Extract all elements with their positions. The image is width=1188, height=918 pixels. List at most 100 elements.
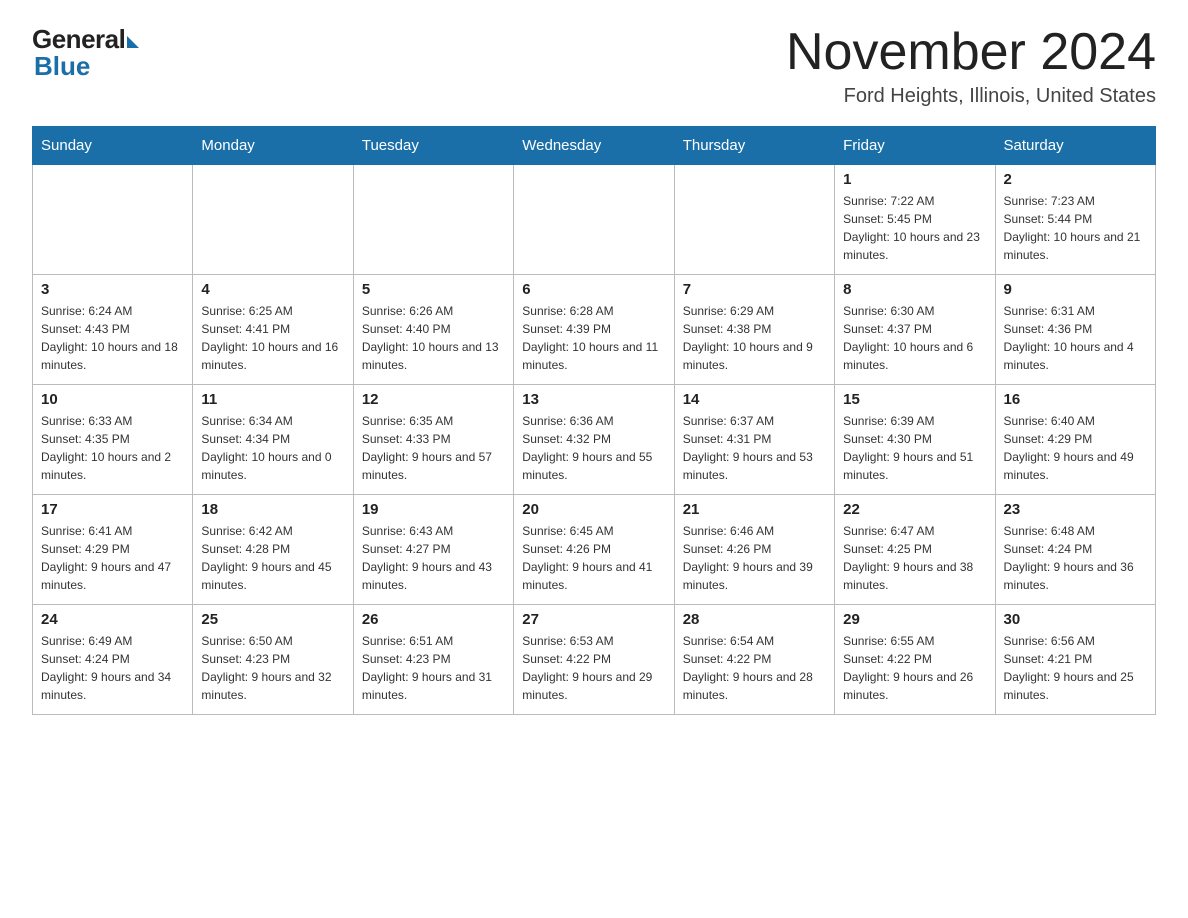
weekday-header-sunday: Sunday	[33, 127, 193, 165]
calendar-week-row: 10 Sunrise: 6:33 AMSunset: 4:35 PMDayligh…	[33, 385, 1156, 495]
calendar-cell: 30 Sunrise: 6:56 AMSunset: 4:21 PMDayligh…	[995, 605, 1155, 715]
calendar-cell: 21 Sunrise: 6:46 AMSunset: 4:26 PMDayligh…	[674, 495, 834, 605]
calendar-week-row: 3Sunrise: 6:24 AMSunset: 4:43 PMDaylight…	[33, 275, 1156, 385]
day-number: 5	[362, 281, 505, 298]
calendar-cell	[33, 165, 193, 275]
calendar-cell	[674, 165, 834, 275]
day-number: 23	[1004, 501, 1147, 518]
day-info: Sunrise: 6:49 AMSunset: 4:24 PMDaylight:…	[41, 632, 184, 704]
day-number: 12	[362, 391, 505, 408]
day-number: 16	[1004, 391, 1147, 408]
day-info: Sunrise: 6:46 AMSunset: 4:26 PMDaylight:…	[683, 522, 826, 594]
day-number: 30	[1004, 611, 1147, 628]
title-block: November 2024 Ford Heights, Illinois, Un…	[786, 24, 1156, 108]
day-number: 28	[683, 611, 826, 628]
day-info: Sunrise: 6:35 AMSunset: 4:33 PMDaylight:…	[362, 412, 505, 484]
day-info: Sunrise: 6:55 AMSunset: 4:22 PMDaylight:…	[843, 632, 986, 704]
day-info: Sunrise: 6:43 AMSunset: 4:27 PMDaylight:…	[362, 522, 505, 594]
calendar-cell: 2 Sunrise: 7:23 AMSunset: 5:44 PMDaylight…	[995, 165, 1155, 275]
calendar-cell: 5 Sunrise: 6:26 AMSunset: 4:40 PMDaylight…	[353, 275, 513, 385]
day-info: Sunrise: 7:23 AMSunset: 5:44 PMDaylight:…	[1004, 192, 1147, 264]
day-number: 8	[843, 281, 986, 298]
day-number: 14	[683, 391, 826, 408]
day-info: Sunrise: 6:56 AMSunset: 4:21 PMDaylight:…	[1004, 632, 1147, 704]
day-number: 15	[843, 391, 986, 408]
day-number: 4	[201, 281, 344, 298]
day-number: 19	[362, 501, 505, 518]
day-number: 13	[522, 391, 665, 408]
day-info: Sunrise: 6:28 AMSunset: 4:39 PMDaylight:…	[522, 302, 665, 374]
day-number: 3	[41, 281, 184, 298]
calendar-cell: 14 Sunrise: 6:37 AMSunset: 4:31 PMDayligh…	[674, 385, 834, 495]
calendar-cell: 17 Sunrise: 6:41 AMSunset: 4:29 PMDayligh…	[33, 495, 193, 605]
day-info: Sunrise: 6:51 AMSunset: 4:23 PMDaylight:…	[362, 632, 505, 704]
calendar-cell: 3Sunrise: 6:24 AMSunset: 4:43 PMDaylight…	[33, 275, 193, 385]
day-number: 26	[362, 611, 505, 628]
day-number: 20	[522, 501, 665, 518]
day-number: 17	[41, 501, 184, 518]
calendar-cell: 9 Sunrise: 6:31 AMSunset: 4:36 PMDaylight…	[995, 275, 1155, 385]
calendar-cell: 11 Sunrise: 6:34 AMSunset: 4:34 PMDayligh…	[193, 385, 353, 495]
weekday-header-monday: Monday	[193, 127, 353, 165]
calendar-cell: 20 Sunrise: 6:45 AMSunset: 4:26 PMDayligh…	[514, 495, 674, 605]
calendar-cell: 12 Sunrise: 6:35 AMSunset: 4:33 PMDayligh…	[353, 385, 513, 495]
day-info: Sunrise: 6:26 AMSunset: 4:40 PMDaylight:…	[362, 302, 505, 374]
calendar-cell: 28 Sunrise: 6:54 AMSunset: 4:22 PMDayligh…	[674, 605, 834, 715]
day-number: 2	[1004, 171, 1147, 188]
calendar-cell: 7 Sunrise: 6:29 AMSunset: 4:38 PMDaylight…	[674, 275, 834, 385]
weekday-header-wednesday: Wednesday	[514, 127, 674, 165]
day-info: Sunrise: 6:30 AMSunset: 4:37 PMDaylight:…	[843, 302, 986, 374]
day-info: Sunrise: 6:33 AMSunset: 4:35 PMDaylight:…	[41, 412, 184, 484]
day-number: 18	[201, 501, 344, 518]
calendar-cell: 25 Sunrise: 6:50 AMSunset: 4:23 PMDayligh…	[193, 605, 353, 715]
calendar-table: SundayMondayTuesdayWednesdayThursdayFrid…	[32, 126, 1156, 715]
day-number: 24	[41, 611, 184, 628]
day-number: 11	[201, 391, 344, 408]
day-info: Sunrise: 6:47 AMSunset: 4:25 PMDaylight:…	[843, 522, 986, 594]
day-info: Sunrise: 6:25 AMSunset: 4:41 PMDaylight:…	[201, 302, 344, 374]
page-header: General Blue November 2024 Ford Heights,…	[32, 24, 1156, 108]
day-number: 10	[41, 391, 184, 408]
day-info: Sunrise: 6:50 AMSunset: 4:23 PMDaylight:…	[201, 632, 344, 704]
day-info: Sunrise: 6:37 AMSunset: 4:31 PMDaylight:…	[683, 412, 826, 484]
calendar-cell: 16 Sunrise: 6:40 AMSunset: 4:29 PMDayligh…	[995, 385, 1155, 495]
calendar-cell: 4 Sunrise: 6:25 AMSunset: 4:41 PMDaylight…	[193, 275, 353, 385]
calendar-cell	[193, 165, 353, 275]
calendar-cell: 23Sunrise: 6:48 AMSunset: 4:24 PMDayligh…	[995, 495, 1155, 605]
day-info: Sunrise: 6:31 AMSunset: 4:36 PMDaylight:…	[1004, 302, 1147, 374]
day-number: 21	[683, 501, 826, 518]
day-info: Sunrise: 6:29 AMSunset: 4:38 PMDaylight:…	[683, 302, 826, 374]
calendar-cell: 27 Sunrise: 6:53 AMSunset: 4:22 PMDayligh…	[514, 605, 674, 715]
day-number: 9	[1004, 281, 1147, 298]
day-number: 29	[843, 611, 986, 628]
calendar-cell: 22 Sunrise: 6:47 AMSunset: 4:25 PMDayligh…	[835, 495, 995, 605]
day-info: Sunrise: 6:54 AMSunset: 4:22 PMDaylight:…	[683, 632, 826, 704]
day-info: Sunrise: 6:41 AMSunset: 4:29 PMDaylight:…	[41, 522, 184, 594]
day-info: Sunrise: 6:39 AMSunset: 4:30 PMDaylight:…	[843, 412, 986, 484]
day-info: Sunrise: 7:22 AMSunset: 5:45 PMDaylight:…	[843, 192, 986, 264]
day-number: 1	[843, 171, 986, 188]
calendar-cell: 13 Sunrise: 6:36 AMSunset: 4:32 PMDayligh…	[514, 385, 674, 495]
day-info: Sunrise: 6:53 AMSunset: 4:22 PMDaylight:…	[522, 632, 665, 704]
logo: General Blue	[32, 24, 139, 82]
day-number: 22	[843, 501, 986, 518]
day-info: Sunrise: 6:42 AMSunset: 4:28 PMDaylight:…	[201, 522, 344, 594]
day-number: 6	[522, 281, 665, 298]
day-info: Sunrise: 6:40 AMSunset: 4:29 PMDaylight:…	[1004, 412, 1147, 484]
calendar-week-row: 17 Sunrise: 6:41 AMSunset: 4:29 PMDayligh…	[33, 495, 1156, 605]
weekday-header-friday: Friday	[835, 127, 995, 165]
weekday-header-tuesday: Tuesday	[353, 127, 513, 165]
day-info: Sunrise: 6:45 AMSunset: 4:26 PMDaylight:…	[522, 522, 665, 594]
day-number: 27	[522, 611, 665, 628]
day-info: Sunrise: 6:34 AMSunset: 4:34 PMDaylight:…	[201, 412, 344, 484]
day-number: 25	[201, 611, 344, 628]
calendar-week-row: 1 Sunrise: 7:22 AMSunset: 5:45 PMDaylight…	[33, 165, 1156, 275]
day-info: Sunrise: 6:36 AMSunset: 4:32 PMDaylight:…	[522, 412, 665, 484]
weekday-header-row: SundayMondayTuesdayWednesdayThursdayFrid…	[33, 127, 1156, 165]
logo-arrow-icon	[127, 36, 139, 48]
calendar-title: November 2024	[786, 24, 1156, 81]
day-number: 7	[683, 281, 826, 298]
calendar-cell: 15 Sunrise: 6:39 AMSunset: 4:30 PMDayligh…	[835, 385, 995, 495]
calendar-cell: 24 Sunrise: 6:49 AMSunset: 4:24 PMDayligh…	[33, 605, 193, 715]
calendar-cell: 8 Sunrise: 6:30 AMSunset: 4:37 PMDaylight…	[835, 275, 995, 385]
